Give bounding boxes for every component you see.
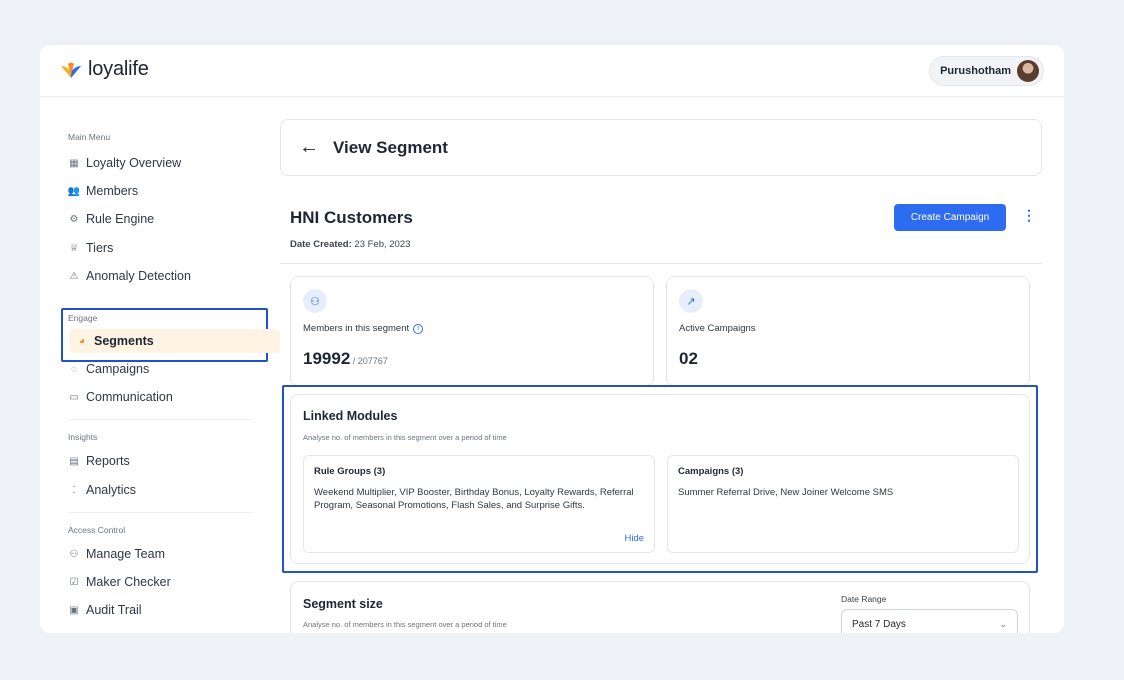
sidebar-item-campaigns[interactable]: ◌ Campaigns [68,358,149,380]
members-total: / 207767 [350,356,388,366]
sidebar-divider [68,512,253,513]
section-label-engage: Engage [68,313,98,323]
team-icon: ⚇ [69,548,79,560]
campaigns-box: Campaigns (3) Summer Referral Drive, New… [667,455,1019,553]
maker-checker-icon: ☑ [69,576,79,588]
segment-size-card: Segment size Analyse no. of members in t… [290,581,1030,633]
rule-groups-box: Rule Groups (3) Weekend Multiplier, VIP … [303,455,655,553]
grid-icon: ▦ [69,157,79,169]
date-range-label: Date Range [841,594,887,604]
segment-size-subtitle: Analyse no. of members in this segment o… [303,620,507,629]
stat-value: 02 [679,349,698,368]
date-created-value: 23 Feb, 2023 [354,239,411,250]
date-created-label: Date Created: [290,239,352,250]
rule-groups-list: Weekend Multiplier, VIP Booster, Birthda… [314,487,634,511]
date-range-select[interactable]: Past 7 Days ⌄ [841,609,1018,633]
sidebar-item-analytics[interactable]: ⁚ Analytics [68,479,136,501]
more-options-icon[interactable]: ⋮ [1022,207,1036,224]
members-group-icon: ⚇ [303,289,327,313]
sidebar-item-label: Campaigns [86,362,150,376]
sidebar-item-tiers[interactable]: ♕ Tiers [68,237,114,259]
sidebar-item-label: Audit Trail [86,603,142,617]
create-campaign-button[interactable]: Create Campaign [894,204,1006,231]
sidebar-item-label: Rule Engine [86,212,155,226]
sidebar-item-label: Segments [94,334,154,348]
sidebar-item-label: Anomaly Detection [86,269,191,283]
linked-modules-title: Linked Modules [303,409,398,423]
app-window: loyalife Purushotham Main Menu ▦ Loyalty… [40,45,1064,633]
sidebar-divider [68,419,253,420]
audit-icon: ▣ [69,604,79,616]
stat-label-text: Members in this segment [303,323,410,334]
tiers-icon: ♕ [69,242,79,254]
logo-icon [61,62,81,78]
members-count: 19992 [303,349,351,368]
date-created: Date Created: 23 Feb, 2023 [290,239,410,250]
anomaly-icon: ⚠ [69,270,79,282]
stat-label: Active Campaigns [679,323,756,334]
sidebar-item-label: Tiers [86,241,114,255]
section-label-access-control: Access Control [68,525,126,535]
linked-modules-card: Linked Modules Analyse no. of members in… [290,394,1030,564]
campaigns-stat-card: ↗ Active Campaigns 02 [666,276,1030,386]
sidebar: Main Menu ▦ Loyalty Overview 👥 Members ⚙… [40,97,280,633]
sidebar-item-audit-trail[interactable]: ▣ Audit Trail [68,599,142,621]
sidebar-item-label: Analytics [86,483,137,497]
sidebar-item-reports[interactable]: ▤ Reports [68,450,130,472]
sidebar-item-loyalty-overview[interactable]: ▦ Loyalty Overview [68,152,181,174]
trend-up-icon: ↗ [679,289,703,313]
report-icon: ▤ [69,455,79,467]
analytics-icon: ⁚ [72,484,76,496]
sidebar-item-manage-team[interactable]: ⚇ Manage Team [68,543,165,565]
sidebar-item-label: Reports [86,454,130,468]
pie-chart-icon: ◕ [78,335,86,347]
segment-size-title: Segment size [303,597,383,611]
campaigns-title: Campaigns (3) [678,466,744,477]
sidebar-item-label: Communication [86,390,173,404]
chevron-down-icon: ⌄ [999,618,1007,629]
logo[interactable]: loyalife [58,58,149,81]
sidebar-item-label: Members [86,184,139,198]
campaigns-list: Summer Referral Drive, New Joiner Welcom… [678,487,894,498]
section-label-insights: Insights [68,432,98,442]
rule-engine-icon: ⚙ [69,213,79,225]
rule-groups-title: Rule Groups (3) [314,466,386,477]
main-content: ← View Segment HNI Customers Date Create… [280,97,1064,633]
sidebar-item-segments[interactable]: ◕ Segments [70,329,280,353]
back-arrow-icon[interactable]: ← [299,136,319,159]
members-stat-card: ⚇ Members in this segment i 19992 / 2077… [290,276,654,386]
sidebar-item-maker-checker[interactable]: ☑ Maker Checker [68,571,171,593]
info-icon[interactable]: i [413,323,424,334]
user-name: Purushotham [940,65,1011,77]
members-icon: 👥 [67,185,81,197]
header-divider [280,263,1042,264]
sidebar-item-label: Loyalty Overview [86,156,182,170]
logo-text: loyalife [88,58,149,80]
stat-label: Members in this segment i [303,323,424,334]
sidebar-item-anomaly-detection[interactable]: ⚠ Anomaly Detection [68,265,191,287]
stat-value: 19992 / 207767 [303,349,388,369]
user-menu[interactable]: Purushotham [929,56,1044,86]
sidebar-item-label: Maker Checker [86,575,171,589]
user-avatar [1017,60,1039,82]
campaign-icon: ◌ [71,363,77,375]
top-bar: loyalife Purushotham [40,45,1064,97]
page-header: ← View Segment [280,119,1042,176]
hide-link[interactable]: Hide [624,533,644,544]
sidebar-item-label: Manage Team [86,547,165,561]
segment-name: HNI Customers [290,208,413,227]
linked-modules-subtitle: Analyse no. of members in this segment o… [303,433,507,442]
section-label-main-menu: Main Menu [68,132,111,142]
date-range-value: Past 7 Days [852,618,906,630]
sidebar-item-members[interactable]: 👥 Members [68,180,138,202]
page-title: View Segment [333,137,448,157]
sidebar-item-rule-engine[interactable]: ⚙ Rule Engine [68,208,155,230]
chat-icon: ▭ [69,391,79,403]
sidebar-item-communication[interactable]: ▭ Communication [68,386,173,408]
